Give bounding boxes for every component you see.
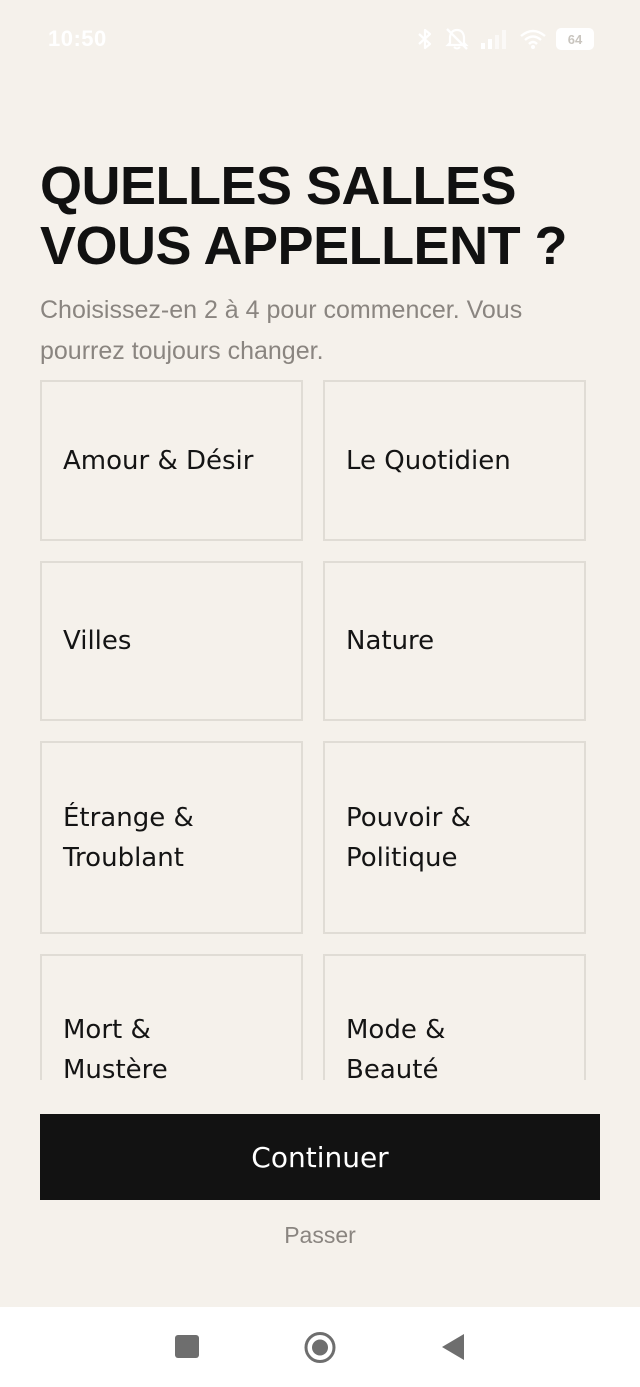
status-bar: 10:50 64 [0, 0, 640, 80]
continue-button[interactable]: Continuer [40, 1114, 600, 1200]
bluetooth-icon [418, 28, 432, 50]
room-card-label: Amour & Désir [63, 445, 254, 476]
skip-link[interactable]: Passer [0, 1222, 640, 1249]
room-card-nature[interactable]: Nature [323, 561, 586, 721]
room-card-le-quotidien[interactable]: Le Quotidien [323, 380, 586, 541]
room-card-etrange-troublant[interactable]: Étrange & Troublant [40, 741, 303, 934]
room-card-label: Pouvoir & Politique [346, 802, 471, 873]
room-card-label: Villes [63, 626, 132, 656]
page-title: QUELLES SALLES VOUS APPELLENT ? [40, 156, 610, 276]
room-card-amour-desir[interactable]: Amour & Désir [40, 380, 303, 541]
square-recents-icon[interactable] [174, 1331, 200, 1361]
room-card-label: Nature [346, 626, 435, 656]
bell-muted-icon [445, 28, 469, 50]
room-card-label: Étrange & Troublant [63, 802, 194, 873]
system-nav-bar [0, 1307, 640, 1387]
signal-icon [481, 30, 506, 49]
room-card-mort-mustere[interactable]: Mort & Mustère [40, 954, 303, 1080]
room-card-mode-beaute[interactable]: Mode & Beauté [323, 954, 586, 1080]
wifi-icon [520, 29, 546, 49]
status-icons: 64 [416, 26, 594, 52]
room-card-pouvoir-politique[interactable]: Pouvoir & Politique [323, 741, 586, 934]
room-grid[interactable]: Amour & Désir Le Quotidien Villes Nature… [40, 380, 600, 1080]
title-line-1: QUELLES SALLES [40, 156, 517, 216]
status-time: 10:50 [48, 26, 107, 51]
room-card-label: Mode & Beauté [346, 1015, 446, 1080]
triangle-back-icon[interactable] [440, 1331, 466, 1363]
circle-home-icon[interactable] [302, 1331, 338, 1365]
battery-icon: 64 [556, 28, 594, 50]
title-line-2: VOUS APPELLENT ? [40, 216, 568, 276]
room-card-label: Le Quotidien [346, 445, 511, 476]
page-subtitle: Choisissez-en 2 à 4 pour commencer. Vous… [40, 296, 523, 365]
battery-level: 64 [567, 31, 583, 47]
room-card-label: Mort & Mustère [63, 1015, 168, 1080]
room-card-villes[interactable]: Villes [40, 561, 303, 721]
